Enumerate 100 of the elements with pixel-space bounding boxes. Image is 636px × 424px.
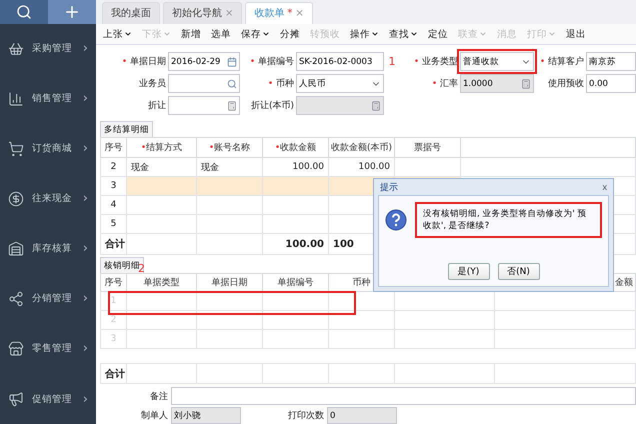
sidebar-item[interactable]: 采购管理 <box>32 42 75 56</box>
search-icon <box>16 4 32 20</box>
cart-icon[interactable] <box>8 140 24 157</box>
table-cell: 2 <box>110 162 116 172</box>
input-field[interactable]: 人民币 <box>296 74 384 94</box>
field-label: 制单人 <box>140 410 168 422</box>
column-header: 单据日期 <box>196 274 262 292</box>
field-label: 使用预收 <box>547 78 584 90</box>
column-header: 序号 <box>100 138 126 158</box>
caret-icon <box>479 30 487 38</box>
chevron: › <box>82 341 88 356</box>
column-header: 金额 <box>615 278 633 288</box>
total-label: 合计 <box>105 368 125 380</box>
question-icon <box>385 209 407 231</box>
chevron: › <box>82 191 88 206</box>
caret-icon <box>371 30 379 38</box>
section-tab[interactable]: 多结算明细 <box>100 121 153 138</box>
field-label: • 币种 <box>266 78 294 90</box>
annotation-number: 2 <box>138 263 145 274</box>
total-value: 100.00 <box>285 238 324 250</box>
column-header: •收款金额 <box>262 138 328 158</box>
sidebar-item[interactable]: 零售管理 <box>32 342 75 356</box>
field-label: • 汇率 <box>430 78 458 90</box>
table-cell: 现金 <box>201 162 219 173</box>
toolbar-button[interactable]: 操作 <box>346 28 383 41</box>
dialog-button[interactable]: 否(N) <box>498 263 540 280</box>
column-header: 单据编号 <box>262 274 328 292</box>
calculator-icon[interactable] <box>227 100 237 111</box>
column-header: 序号 <box>100 274 126 292</box>
add-button[interactable] <box>48 0 96 24</box>
toolbar-button[interactable]: 退出 <box>562 28 590 41</box>
tab[interactable]: 我的桌面 <box>102 2 160 24</box>
input-field[interactable] <box>168 96 240 116</box>
input-field[interactable]: 南京苏 <box>586 52 636 72</box>
toolbar-button[interactable]: 保存 <box>237 28 274 41</box>
sidebar-item[interactable]: 往来现金 <box>32 192 75 206</box>
column-header: 票据号 <box>394 138 460 158</box>
tab[interactable]: 收款单 * × <box>245 2 313 24</box>
chevron: › <box>82 291 88 306</box>
caret-icon <box>548 30 556 38</box>
field-label: 备注 <box>149 390 168 402</box>
table-cell: 3 <box>110 181 116 192</box>
table-cell: 5 <box>110 219 116 230</box>
sidebar-item[interactable]: 订货商城 <box>32 142 75 156</box>
sidebar-item[interactable]: 分销管理 <box>32 292 75 306</box>
sidebar-item[interactable]: 促销管理 <box>32 392 75 406</box>
field-label: • 单据编号 <box>248 56 294 68</box>
field-label: • 结算客户 <box>538 56 584 68</box>
table-cell: 100.00 <box>292 162 324 172</box>
sidebar-item[interactable]: 销售管理 <box>32 92 75 106</box>
dialog-title: 提示 <box>380 182 398 194</box>
caret-icon <box>410 30 418 38</box>
store-icon[interactable] <box>8 340 24 357</box>
toolbar-button[interactable]: 分摊 <box>276 28 304 41</box>
column-header: 单据类型 <box>126 274 196 292</box>
dollar-icon[interactable] <box>8 190 24 207</box>
tab[interactable]: 初始化导航 × <box>163 2 242 24</box>
share-icon[interactable] <box>8 290 24 307</box>
caret-icon <box>163 30 171 38</box>
calendar-icon[interactable] <box>227 56 237 67</box>
toolbar-button[interactable]: 上张 <box>99 28 136 41</box>
field-label: 打印次数 <box>287 410 324 422</box>
search-icon[interactable] <box>227 78 237 89</box>
field-label: • 业务类型 <box>412 56 458 68</box>
table-cell: 现金 <box>131 162 149 173</box>
annotation-number: 1 <box>388 55 396 68</box>
basket-icon[interactable] <box>8 40 24 57</box>
caret-icon <box>262 30 270 38</box>
chart-icon[interactable] <box>8 90 24 107</box>
search-button[interactable] <box>0 0 48 24</box>
toolbar-button[interactable]: 查找 <box>385 28 422 41</box>
table-cell: 100.00 <box>358 162 390 172</box>
megaphone-icon[interactable] <box>8 391 24 408</box>
chevron: › <box>82 241 88 256</box>
field-label: 业务员 <box>138 78 166 90</box>
chevron: › <box>82 91 88 106</box>
input-field[interactable]: SK-2016-02-0003 <box>296 52 384 72</box>
toolbar-button[interactable]: 新增 <box>177 28 205 41</box>
toolbar-button[interactable]: 选单 <box>207 28 235 41</box>
total-value: 100 <box>333 238 354 250</box>
sidebar-item[interactable]: 库存核算 <box>32 242 75 256</box>
total-label: 合计 <box>105 239 125 250</box>
field-label: 折让 <box>147 100 166 112</box>
remark-field[interactable] <box>171 387 636 405</box>
dialog-button[interactable]: 是(Y) <box>448 263 490 280</box>
chevron: › <box>82 41 88 56</box>
column-header: 收款金额(本币) <box>328 138 394 158</box>
dialog-message: 没有核销明细, 业务类型将自动修改为' 预收款', 是否继续? <box>415 202 602 238</box>
toolbar-button[interactable]: 定位 <box>424 28 452 41</box>
input-field[interactable]: 普通收款 <box>460 52 534 72</box>
table-cell: 4 <box>110 200 116 210</box>
field-label: 折让(本币) <box>250 100 294 112</box>
close-button[interactable]: x <box>602 182 607 192</box>
warehouse-icon[interactable] <box>8 240 24 257</box>
caret-icon <box>124 30 132 38</box>
input-field[interactable]: 2016-02-29 <box>168 52 240 72</box>
column-header: •结算方式 <box>126 138 196 158</box>
input-field[interactable]: 0.00 <box>586 74 636 94</box>
column-header: •账号名称 <box>196 138 262 158</box>
input-field[interactable] <box>168 74 240 94</box>
